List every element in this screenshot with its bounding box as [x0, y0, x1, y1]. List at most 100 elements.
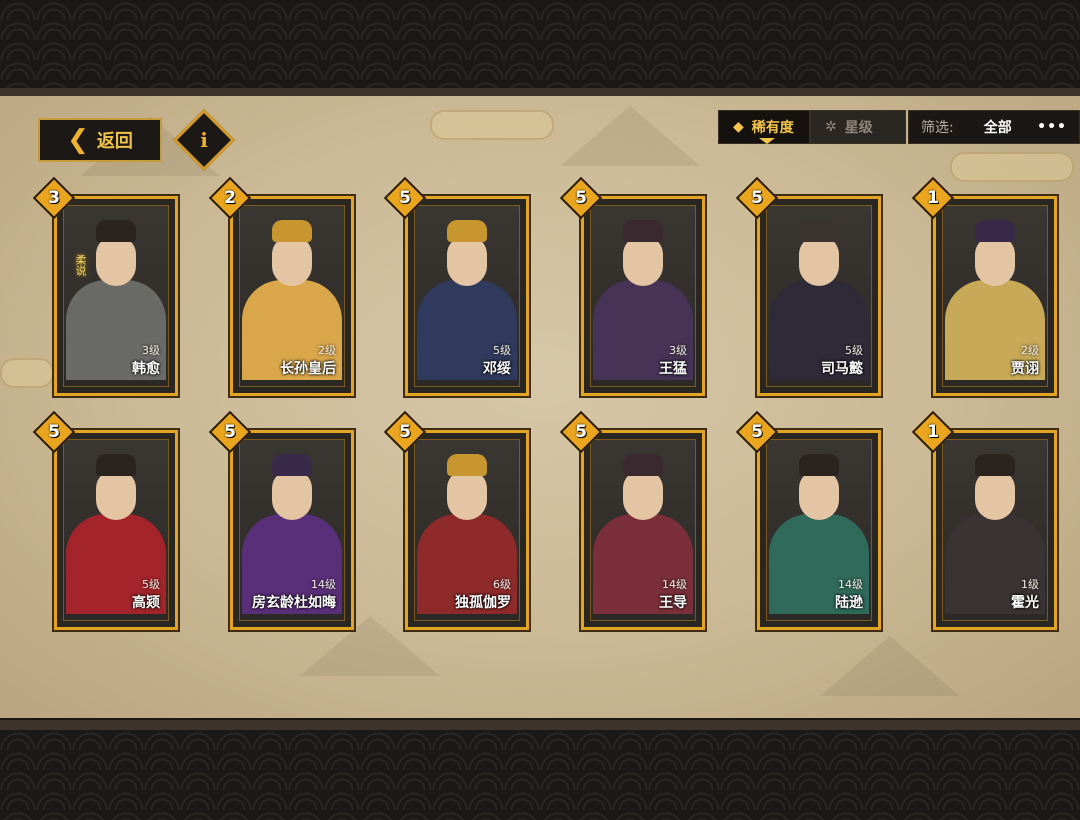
tab-star[interactable]: ✲ 星级 [810, 110, 906, 144]
rarity-value: 1 [927, 188, 939, 208]
character-level: 14级 [838, 578, 863, 591]
tab-rarity-label: 稀有度 [751, 120, 794, 136]
rarity-value: 5 [399, 422, 411, 442]
mountain-decoration [820, 636, 960, 696]
character-portrait: 1级霍光 [942, 439, 1048, 621]
character-name: 独孤伽罗 [455, 595, 511, 611]
star-icon: ✲ [825, 119, 837, 135]
character-level: 6级 [493, 578, 511, 591]
portrait-headwear [975, 454, 1015, 476]
character-card[interactable]: 2级 长孙皇后 2 [208, 176, 356, 398]
portrait-headwear [623, 220, 663, 242]
character-name: 高颎 [132, 595, 160, 611]
portrait-headwear [272, 220, 312, 242]
portrait-face [272, 470, 312, 520]
portrait-face [975, 470, 1015, 520]
back-button[interactable]: ❮ 返回 [38, 118, 162, 162]
character-card[interactable]: 5级 高颎 5 [32, 410, 180, 632]
character-level: 2级 [318, 344, 336, 357]
portrait-face [96, 236, 136, 286]
rarity-value: 5 [399, 188, 411, 208]
character-card[interactable]: 2级 贾诩 1 [911, 176, 1059, 398]
character-level: 5级 [142, 578, 160, 591]
character-level: 2级 [1021, 344, 1039, 357]
character-name: 王导 [659, 595, 687, 611]
filter-value: 全部 [983, 120, 1012, 136]
more-options-icon[interactable]: ••• [1037, 119, 1067, 135]
character-card[interactable]: 柔说 3级韩愈 3 [32, 176, 180, 398]
rarity-value: 3 [48, 188, 60, 208]
character-card[interactable]: 5级 邓绥 5 [383, 176, 531, 398]
rarity-value: 2 [224, 188, 236, 208]
diamond-icon: ◆ [733, 119, 744, 135]
cloud-decoration [430, 110, 554, 140]
portrait-face [623, 236, 663, 286]
tab-star-label: 星级 [844, 120, 873, 136]
character-name: 王猛 [659, 361, 687, 377]
rarity-value: 5 [224, 422, 236, 442]
rarity-value: 5 [575, 188, 587, 208]
chevron-left-icon: ❮ [67, 125, 89, 155]
character-level: 1级 [1021, 578, 1039, 591]
character-card[interactable]: 14级 王导 5 [559, 410, 707, 632]
character-card[interactable]: 6级 独孤伽罗 5 [383, 410, 531, 632]
top-decorative-band [0, 0, 1080, 96]
character-card[interactable]: 5级 司马懿 5 [735, 176, 883, 398]
character-level: 14级 [662, 578, 687, 591]
portrait-headwear [799, 220, 839, 242]
character-name: 房玄龄杜如晦 [252, 595, 336, 611]
character-name: 韩愈 [132, 361, 160, 377]
character-portrait: 柔说 3级韩愈 [63, 205, 169, 387]
cloud-decoration [0, 358, 54, 388]
portrait-face [799, 470, 839, 520]
portrait-face [447, 236, 487, 286]
portrait-headwear [96, 220, 136, 242]
portrait-headwear [272, 454, 312, 476]
character-card[interactable]: 1级 霍光 1 [911, 410, 1059, 632]
character-card[interactable]: 14级 房玄龄杜如晦 5 [208, 410, 356, 632]
character-card[interactable]: 3级 王猛 5 [559, 176, 707, 398]
character-portrait: 5级 司马懿 [766, 205, 872, 387]
portrait-face [799, 236, 839, 286]
portrait-face [96, 470, 136, 520]
character-portrait: 3级王猛 [590, 205, 696, 387]
character-portrait: 6级独孤伽罗 [414, 439, 520, 621]
rarity-value: 5 [48, 422, 60, 442]
card-tag: 柔说 [74, 254, 87, 276]
portrait-face [272, 236, 312, 286]
cloud-decoration [950, 152, 1074, 182]
character-name: 邓绥 [483, 361, 511, 377]
info-icon: i [200, 128, 208, 152]
character-level: 5级 [845, 344, 863, 357]
portrait-face [447, 470, 487, 520]
rarity-value: 5 [575, 422, 587, 442]
tab-rarity[interactable]: ◆ 稀有度 [718, 110, 810, 144]
portrait-face [623, 470, 663, 520]
portrait-face [975, 236, 1015, 286]
character-portrait: 14级陆逊 [766, 439, 872, 621]
character-portrait: 14级房玄龄杜如晦 [239, 439, 345, 621]
caret-down-icon [759, 138, 775, 144]
character-portrait: 5级高颎 [63, 439, 169, 621]
character-level: 14级 [311, 578, 336, 591]
portrait-headwear [799, 454, 839, 476]
character-name: 霍光 [1011, 595, 1039, 611]
character-portrait: 2级 贾诩 [942, 205, 1048, 387]
filter-label: 筛选: [921, 120, 954, 136]
rarity-value: 5 [751, 188, 763, 208]
portrait-headwear [447, 454, 487, 476]
character-portrait: 14级王导 [590, 439, 696, 621]
mountain-decoration [560, 106, 700, 166]
character-level: 3级 [142, 344, 160, 357]
character-name: 长孙皇后 [280, 361, 336, 377]
rarity-value: 1 [927, 422, 939, 442]
portrait-headwear [623, 454, 663, 476]
character-portrait: 2级长孙皇后 [239, 205, 345, 387]
filter-dropdown[interactable]: 筛选: 全部 ••• [908, 110, 1080, 144]
character-name: 陆逊 [835, 595, 863, 611]
back-label: 返回 [96, 131, 133, 152]
portrait-headwear [447, 220, 487, 242]
character-card[interactable]: 14级 陆逊 5 [735, 410, 883, 632]
sort-tabs: ◆ 稀有度 ✲ 星级 筛选: 全部 ••• [718, 110, 1080, 144]
character-level: 3级 [669, 344, 687, 357]
